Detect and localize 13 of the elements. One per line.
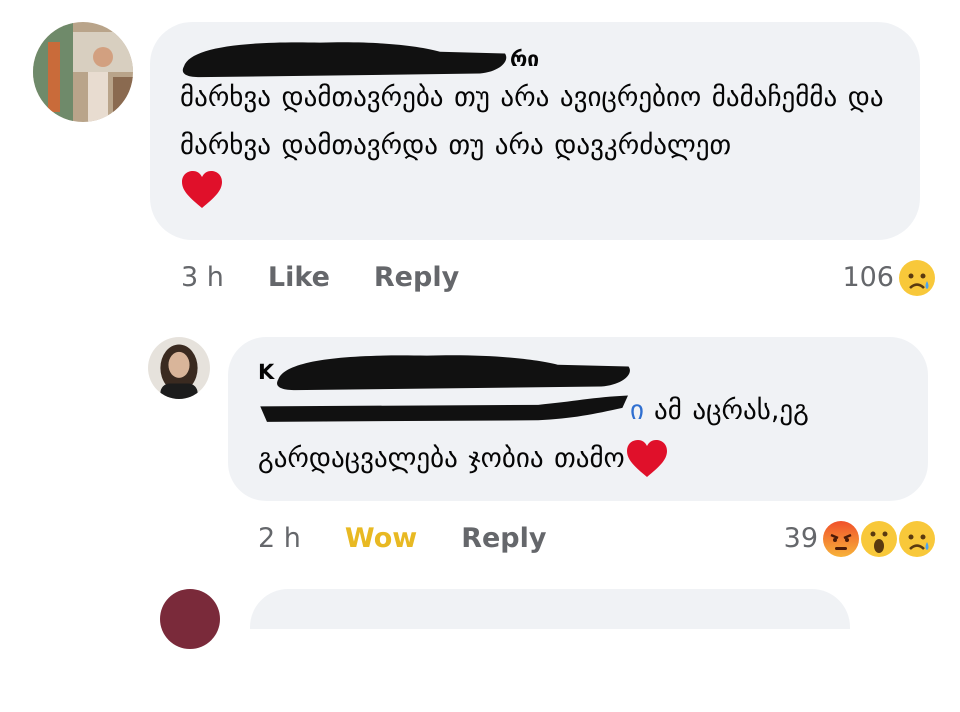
comment-text: მარხვა დამთავრება თუ არა ავიცრებიო მამაჩემმა და მარხვა დამთავრდა თუ არა დავკრძალეთ xyxy=(180,82,884,161)
timestamp: 3 h xyxy=(181,261,224,295)
reply-button[interactable]: Reply xyxy=(461,518,546,559)
reaction-count: 39 xyxy=(784,522,818,556)
mention-link[interactable]: ი xyxy=(630,386,644,434)
author-name[interactable]: რი xyxy=(510,44,540,74)
comment-text: ამ აცრას,ეგ xyxy=(654,394,809,428)
timestamp: 2 h xyxy=(258,522,301,556)
comment-text: გარდაცვალება ჯობია თამო xyxy=(258,442,625,476)
author-name[interactable]: K xyxy=(258,356,274,386)
reaction-count: 106 xyxy=(842,261,894,295)
like-button[interactable]: Like xyxy=(268,258,330,298)
reply-button[interactable]: Reply xyxy=(374,258,460,298)
